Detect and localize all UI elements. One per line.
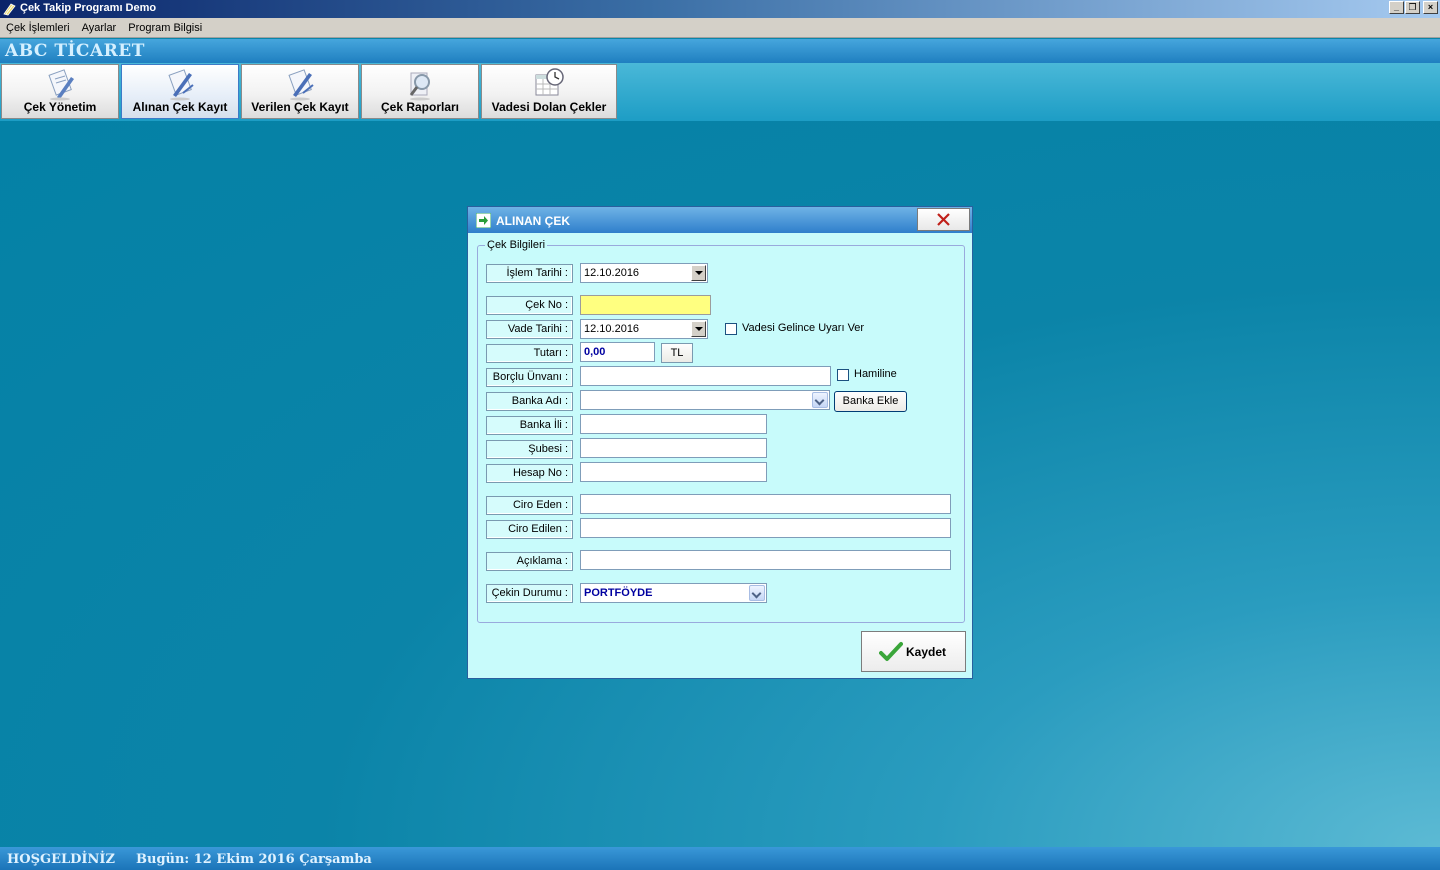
- hamiline-label: Hamiline: [854, 368, 897, 380]
- main-toolbar: Çek Yönetim Alınan Çek Kayıt Verilen Çek…: [0, 63, 1440, 121]
- borclu-unvani-label: Borçlu Ünvanı :: [486, 368, 573, 387]
- kaydet-button[interactable]: Kaydet: [861, 631, 966, 672]
- hesap-no-input[interactable]: [580, 462, 767, 482]
- dialog-title-bar: ALINAN ÇEK: [468, 207, 972, 233]
- document-pen-icon: [288, 69, 314, 101]
- company-name: ABC TİCARET: [5, 41, 145, 61]
- borclu-unvani-input[interactable]: [580, 366, 831, 386]
- menu-bar: Çek İşlemleri Ayarlar Program Bilgisi: [0, 18, 1440, 38]
- chevron-down-icon[interactable]: [749, 585, 765, 601]
- vade-tarihi-label: Vade Tarihi :: [486, 320, 573, 339]
- cekin-durumu-value: PORTFÖYDE: [584, 587, 653, 599]
- kaydet-label: Kaydet: [906, 645, 947, 659]
- subesi-input[interactable]: [580, 438, 767, 458]
- cekin-durumu-label: Çekin Durumu :: [486, 584, 573, 603]
- group-title: Çek Bilgileri: [485, 239, 548, 251]
- chevron-down-icon[interactable]: [812, 392, 828, 408]
- dialog-close-button[interactable]: [917, 208, 970, 231]
- aciklama-label: Açıklama :: [486, 552, 573, 571]
- window-title-bar: Çek Takip Programı Demo _ ❐ ×: [0, 0, 1440, 18]
- alinan-cek-dialog: ALINAN ÇEK Çek Bilgileri İşlem Tarihi : …: [467, 206, 973, 679]
- close-icon: [937, 213, 950, 226]
- chevron-down-icon[interactable]: [691, 321, 706, 337]
- subesi-label: Şubesi :: [486, 440, 573, 459]
- cek-raporlari-label: Çek Raporları: [380, 100, 460, 114]
- ciro-eden-input[interactable]: [580, 494, 951, 514]
- banka-adi-select[interactable]: [580, 390, 830, 410]
- vade-uyari-label: Vadesi Gelince Uyarı Ver: [742, 322, 865, 334]
- cek-raporlari-button[interactable]: Çek Raporları: [361, 64, 479, 119]
- hamiline-checkbox[interactable]: [837, 369, 849, 381]
- restore-button[interactable]: ❐: [1405, 1, 1420, 14]
- vadesi-dolan-cekler-button[interactable]: Vadesi Dolan Çekler: [481, 64, 617, 119]
- ciro-edilen-label: Ciro Edilen :: [486, 520, 573, 539]
- aciklama-input[interactable]: [580, 550, 951, 570]
- ciro-eden-label: Ciro Eden :: [486, 496, 573, 515]
- islem-tarihi-date-picker[interactable]: 12.10.2016: [580, 263, 708, 283]
- cekin-durumu-select[interactable]: PORTFÖYDE: [580, 583, 767, 603]
- company-header: ABC TİCARET: [0, 39, 1440, 63]
- today-date: Bugün: 12 Ekim 2016 Çarşamba: [136, 852, 372, 867]
- welcome-text: HOŞGELDİNİZ: [7, 852, 115, 867]
- banka-ekle-button[interactable]: Banka Ekle: [834, 391, 907, 412]
- vadesi-dolan-cekler-label: Vadesi Dolan Çekler: [491, 100, 607, 114]
- vade-tarihi-value: 12.10.2016: [584, 323, 640, 335]
- hesap-no-label: Hesap No :: [486, 464, 573, 483]
- magnifier-icon: [409, 72, 430, 101]
- cek-yonetim-label: Çek Yönetim: [23, 100, 97, 114]
- dialog-title: ALINAN ÇEK: [496, 214, 570, 228]
- checkmark-icon: [879, 642, 903, 661]
- cek-no-input[interactable]: [580, 295, 711, 315]
- arrow-right-icon: [476, 213, 491, 228]
- close-window-button[interactable]: ×: [1423, 1, 1438, 14]
- verilen-cek-kayit-button[interactable]: Verilen Çek Kayıt: [241, 64, 359, 119]
- islem-tarihi-label: İşlem Tarihi :: [486, 264, 573, 283]
- vade-uyari-checkbox[interactable]: [725, 323, 737, 335]
- tutari-input[interactable]: 0,00: [580, 342, 655, 362]
- cek-yonetim-button[interactable]: Çek Yönetim: [1, 64, 119, 119]
- alinan-cek-kayit-label: Alınan Çek Kayıt: [132, 100, 228, 114]
- window-title: Çek Takip Programı Demo: [20, 2, 157, 14]
- cek-no-label: Çek No :: [486, 296, 573, 315]
- currency-button[interactable]: TL: [661, 343, 693, 363]
- calendar-clock-icon: [535, 68, 564, 96]
- islem-tarihi-value: 12.10.2016: [584, 267, 640, 279]
- alinan-cek-kayit-button[interactable]: Alınan Çek Kayıt: [121, 64, 239, 119]
- document-pencil-icon: [48, 69, 74, 101]
- menu-cek-islemleri[interactable]: Çek İşlemleri: [0, 22, 76, 34]
- banka-adi-label: Banka Adı :: [486, 392, 573, 411]
- vade-tarihi-date-picker[interactable]: 12.10.2016: [580, 319, 708, 339]
- tutari-label: Tutarı :: [486, 344, 573, 363]
- document-pen-icon: [168, 69, 194, 101]
- banka-ili-input[interactable]: [580, 414, 767, 434]
- app-logo-icon: [3, 3, 16, 16]
- menu-program-bilgisi[interactable]: Program Bilgisi: [122, 22, 208, 34]
- menu-ayarlar[interactable]: Ayarlar: [76, 22, 123, 34]
- ciro-edilen-input[interactable]: [580, 518, 951, 538]
- banka-ili-label: Banka İli :: [486, 416, 573, 435]
- chevron-down-icon[interactable]: [691, 265, 706, 281]
- status-bar: HOŞGELDİNİZ Bugün: 12 Ekim 2016 Çarşamba: [0, 847, 1440, 870]
- verilen-cek-kayit-label: Verilen Çek Kayıt: [251, 100, 349, 114]
- minimize-button[interactable]: _: [1389, 1, 1404, 14]
